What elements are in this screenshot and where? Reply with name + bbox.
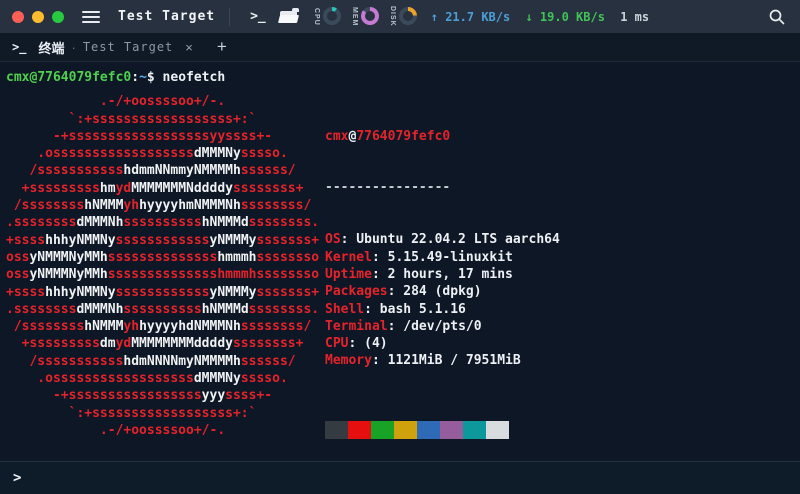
neofetch-info-panel: cmx@7764079fefc0 ---------------- OS: Ub…: [325, 93, 560, 461]
palette-swatch: [371, 421, 394, 440]
new-tab-icon[interactable]: +: [217, 37, 227, 57]
prompt-path: ~: [139, 70, 147, 85]
terminal-app-window: Test Target >_ CPU MEM DISK ↑ 21.7 KB/s ↓ …: [0, 0, 800, 494]
cpu-gauge: CPU: [312, 7, 341, 26]
neofetch-info-row: Packages: 284 (dpkg): [325, 284, 482, 300]
tab-label-en: Test Target: [82, 40, 174, 54]
disk-gauge-ring: [398, 7, 417, 26]
close-button[interactable]: [12, 10, 24, 23]
titlebar: Test Target >_ CPU MEM DISK ↑ 21.7 KB/s ↓ …: [0, 0, 800, 33]
titlebar-divider: [229, 7, 231, 26]
palette-swatch: [417, 421, 440, 440]
prompt-user-host: cmx@7764079fefc0: [6, 70, 132, 85]
neofetch-info-rows: OS: Ubuntu 22.04.2 LTS aarch64 Kernel: 5.…: [325, 231, 560, 369]
tab-close-icon[interactable]: ×: [185, 40, 193, 55]
minimize-button[interactable]: [32, 10, 44, 23]
menu-icon[interactable]: [82, 10, 100, 23]
mem-gauge: MEM: [351, 7, 379, 26]
palette-swatch: [486, 421, 509, 440]
neofetch-info-row: Shell: bash 5.1.16: [325, 301, 466, 317]
palette-swatch: [440, 421, 463, 440]
neofetch-underline: ----------------: [325, 180, 451, 196]
shell-prompt: cmx@7764079fefc0:~$ neofetch: [6, 70, 226, 85]
latency: 1 ms: [620, 9, 650, 24]
download-speed: ↓ 19.0 KB/s: [525, 9, 605, 24]
disk-gauge-label: DISK: [388, 6, 396, 27]
new-terminal-icon[interactable]: >_: [244, 9, 272, 24]
zoom-button[interactable]: [52, 10, 64, 23]
palette-swatch: [325, 421, 348, 440]
palette-swatch: [348, 421, 371, 440]
chevron-right-icon[interactable]: >: [13, 470, 21, 486]
tab-separator: ·: [71, 39, 76, 55]
neofetch-info-row: Terminal: /dev/pts/0: [325, 318, 482, 334]
command-text: neofetch: [162, 70, 226, 85]
tab-test-target[interactable]: 终端 · Test Target ×: [38, 38, 192, 57]
cpu-gauge-label: CPU: [312, 7, 320, 26]
search-icon[interactable]: [766, 6, 788, 28]
terminal-prompt-icon: >_: [12, 40, 27, 54]
neofetch-info-row: CPU: (4): [325, 336, 388, 352]
system-gauges: CPU MEM DISK: [313, 6, 427, 27]
mem-gauge-label: MEM: [350, 6, 358, 27]
palette-row-normal: [325, 421, 560, 440]
window-controls: [12, 10, 64, 23]
mem-gauge-ring: [360, 7, 379, 26]
tab-bar: >_ 终端 · Test Target × +: [0, 33, 800, 62]
neofetch-title: cmx@7764079fefc0: [325, 128, 451, 144]
palette-swatch: [463, 421, 486, 440]
bottom-panel: >: [0, 461, 800, 494]
folder-icon[interactable]: [277, 7, 299, 23]
palette-swatch: [394, 421, 417, 440]
cpu-gauge-ring: [322, 7, 341, 26]
neofetch-info-row: Kernel: 5.15.49-linuxkit: [325, 249, 513, 265]
network-stats: ↑ 21.7 KB/s ↓ 19.0 KB/s 1 ms: [431, 10, 657, 24]
upload-speed: ↑ 21.7 KB/s: [430, 9, 511, 24]
disk-gauge: DISK: [389, 6, 417, 27]
neofetch-info-row: Memory: 1121MiB / 7951MiB: [325, 353, 521, 369]
window-title: Test Target: [118, 9, 216, 24]
tab-label-cn: 终端: [38, 40, 65, 56]
neofetch-info-row: Uptime: 2 hours, 17 mins: [325, 266, 513, 282]
neofetch-info-row: OS: Ubuntu 22.04.2 LTS aarch64: [325, 232, 560, 248]
terminal-viewport[interactable]: cmx@7764079fefc0:~$ neofetch .-/+oosssso…: [0, 62, 800, 461]
